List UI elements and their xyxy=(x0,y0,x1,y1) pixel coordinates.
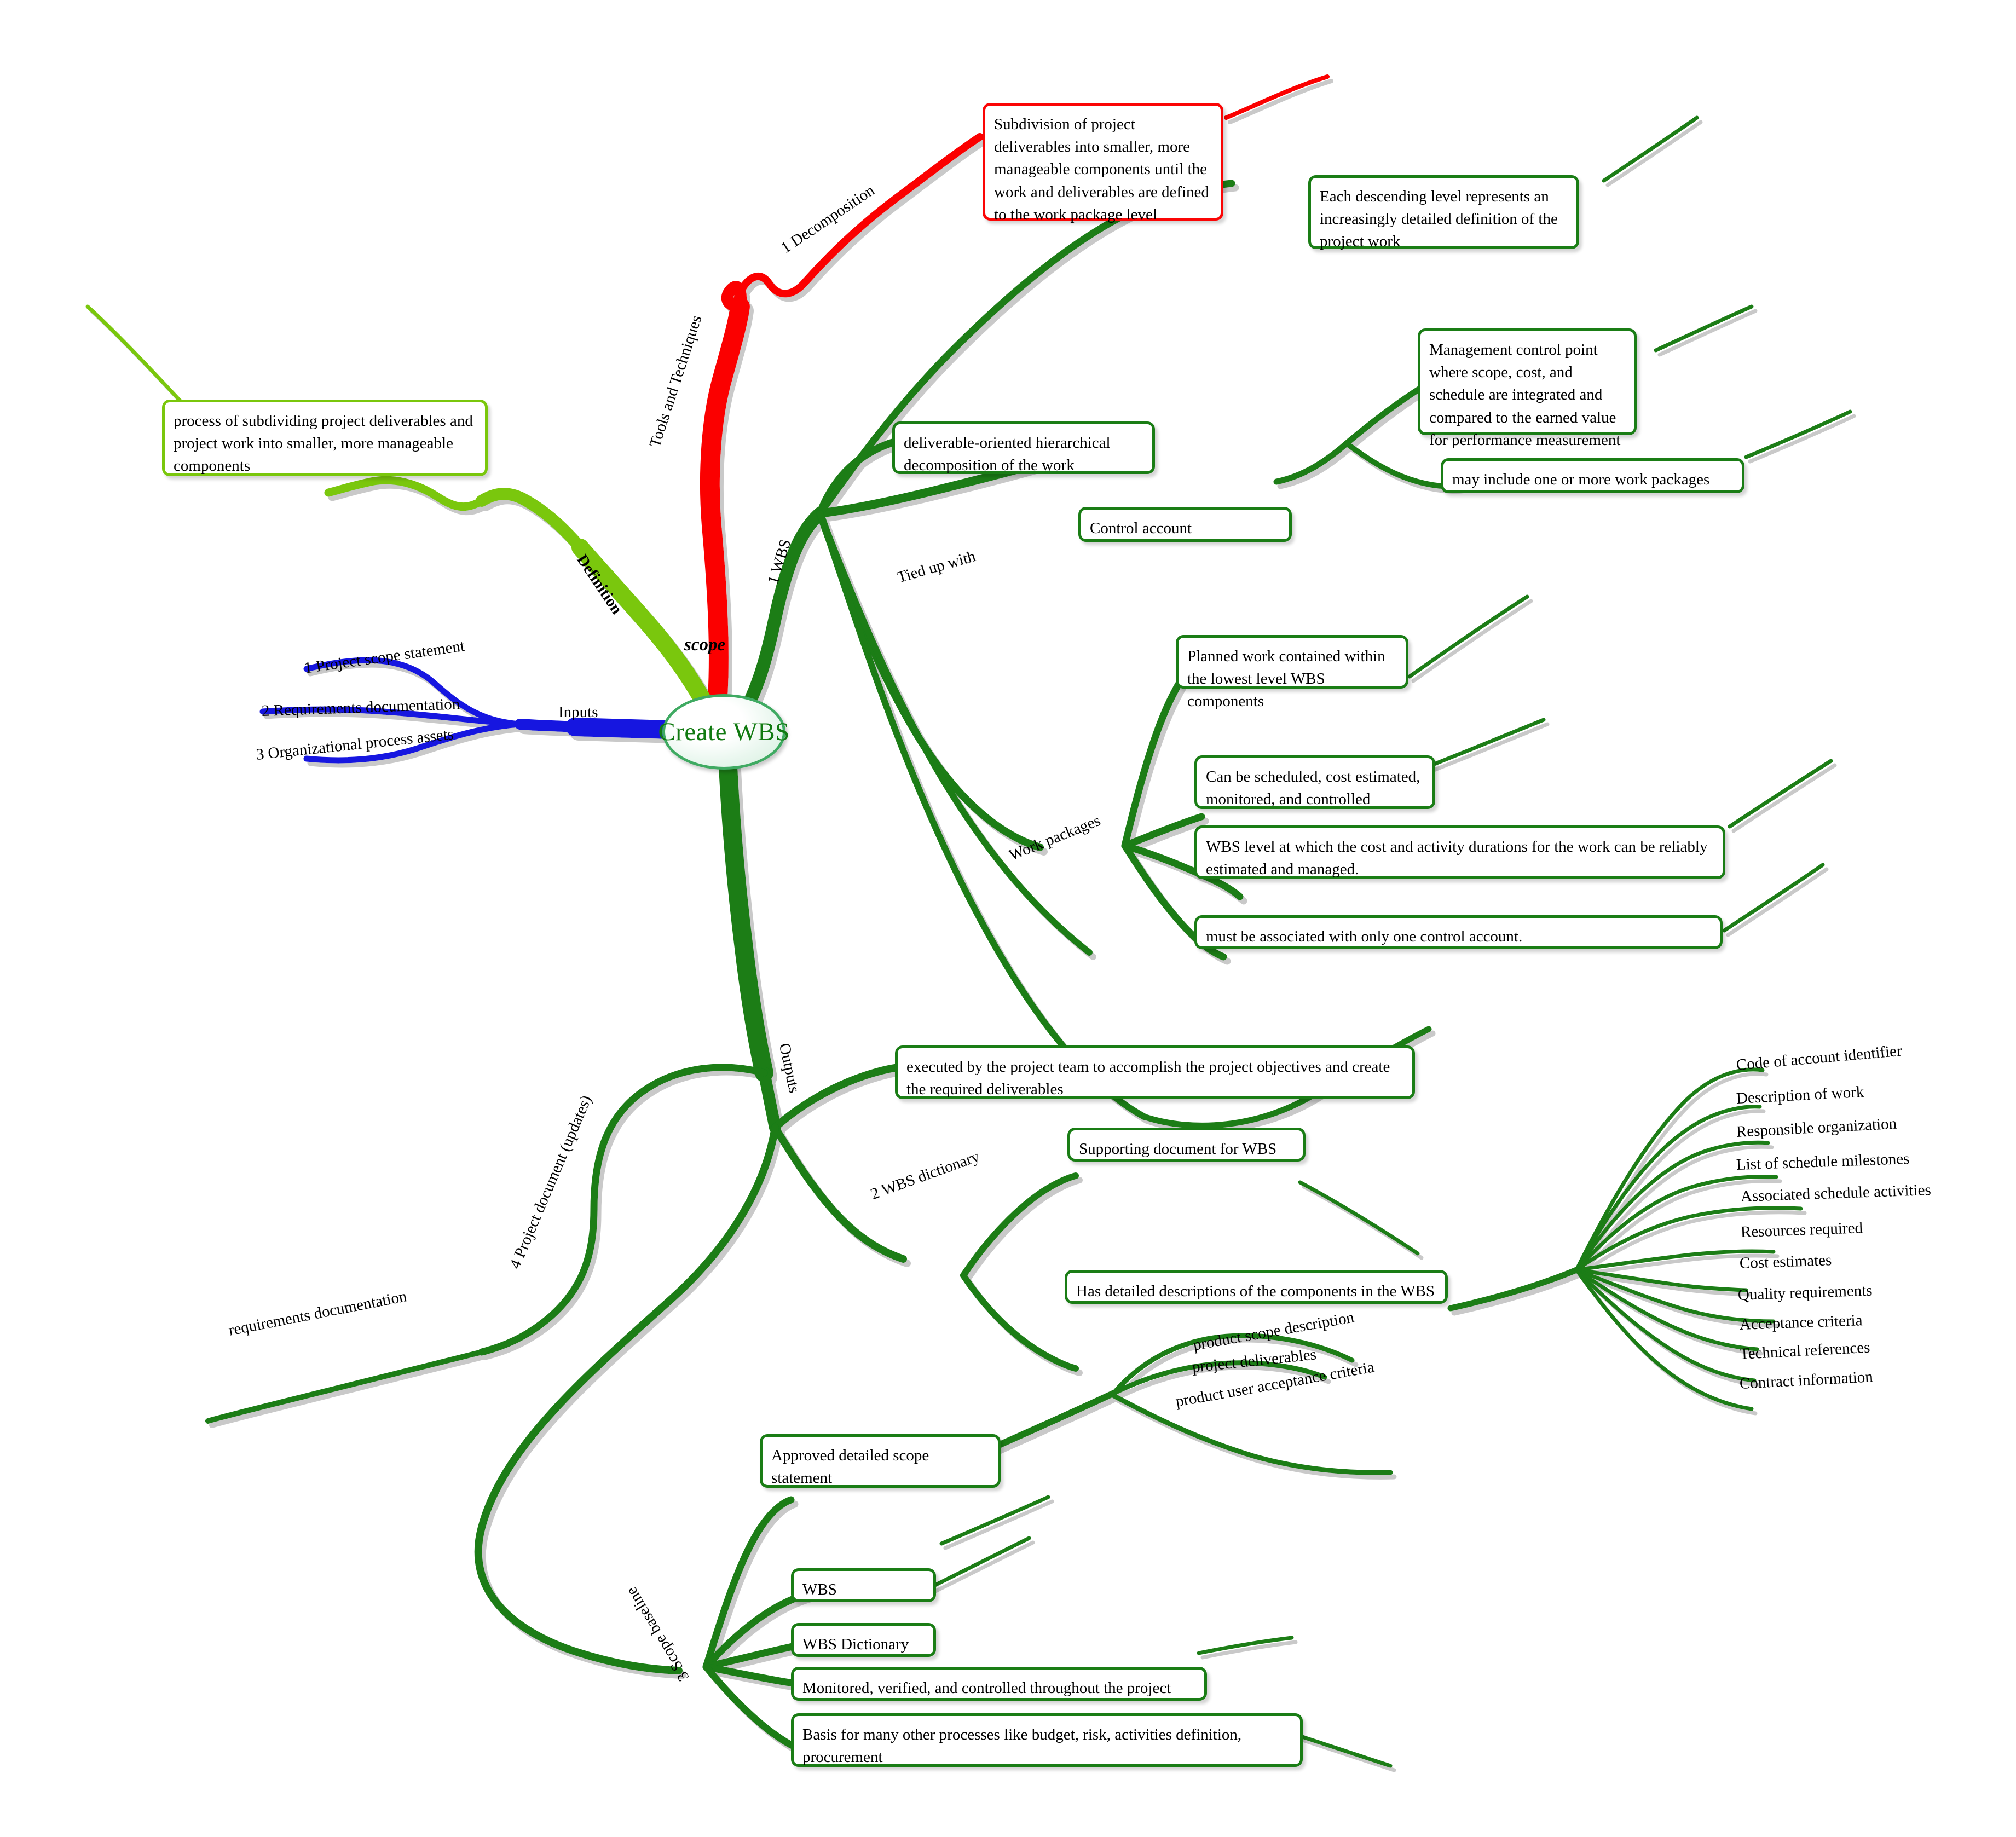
topic-has-detailed-descriptions[interactable]: Has detailed descriptions of the compone… xyxy=(1065,1270,1448,1304)
topic-basis-for-other-processes[interactable]: Basis for many other processes like budg… xyxy=(791,1713,1303,1767)
dictionary-detail-10: Technical references xyxy=(1739,1338,1871,1363)
tied-up-with-label: Tied up with xyxy=(895,547,978,587)
work-packages-label: Work packages xyxy=(1006,811,1104,864)
scope-label: scope xyxy=(684,635,726,655)
wbs-branch-label: 1 WBS xyxy=(764,537,795,587)
topic-must-be-associated[interactable]: must be associated with only one control… xyxy=(1194,915,1723,949)
topic-supporting-document[interactable]: Supporting document for WBS xyxy=(1067,1128,1306,1162)
dictionary-detail-2: Description of work xyxy=(1736,1083,1865,1107)
topic-definition-note[interactable]: process of subdividing project deliverab… xyxy=(162,400,488,476)
definition-label: Definition xyxy=(573,551,626,618)
dictionary-detail-8: Quality requirements xyxy=(1737,1281,1873,1304)
scope-statement-item-1: product scope description xyxy=(1192,1308,1356,1354)
project-document-updates-label: 4 Project document (updates) xyxy=(506,1093,596,1272)
outputs-label: Outputs xyxy=(775,1042,804,1095)
topic-control-account[interactable]: Control account xyxy=(1078,507,1292,542)
topic-monitored-verified-controlled[interactable]: Monitored, verified, and controlled thro… xyxy=(791,1667,1207,1701)
dictionary-detail-5: Associated schedule activities xyxy=(1740,1181,1932,1205)
dictionary-detail-4: List of schedule milestones xyxy=(1736,1149,1910,1174)
topic-management-control-point[interactable]: Management control point where scope, co… xyxy=(1418,328,1637,449)
wbs-dictionary-label: 2 WBS dictionary xyxy=(868,1147,982,1204)
topic-can-be-scheduled[interactable]: Can be scheduled, cost estimated, monito… xyxy=(1194,755,1435,809)
requirements-documentation-label: requirements documentation xyxy=(227,1287,408,1339)
topic-wbs-note-deliverable-oriented[interactable]: deliverable-oriented hierarchical decomp… xyxy=(892,421,1155,474)
topic-scope-baseline-wbs[interactable]: WBS xyxy=(791,1568,936,1602)
decomposition-label: 1 Decomposition xyxy=(777,181,878,257)
dictionary-detail-1: Code of account identifier xyxy=(1735,1042,1903,1074)
inputs-label: Inputs xyxy=(558,703,598,721)
topic-decomposition-note[interactable]: Subdivision of project deliverables into… xyxy=(983,103,1223,223)
central-node[interactable]: Create WBS xyxy=(658,694,789,770)
input-item-2: 2 Requirements documentation xyxy=(261,695,460,720)
dictionary-detail-7: Cost estimates xyxy=(1739,1251,1832,1272)
central-node-label: Create WBS xyxy=(658,718,790,746)
dictionary-detail-3: Responsible organization xyxy=(1736,1114,1897,1141)
dictionary-detail-9: Acceptance criteria xyxy=(1739,1312,1863,1333)
topic-wbs-level-cost-durations[interactable]: WBS level at which the cost and activity… xyxy=(1194,825,1725,879)
input-item-1: 1 Project scope statement xyxy=(303,637,466,677)
topic-approved-scope-statement[interactable]: Approved detailed scope statement xyxy=(760,1434,1001,1488)
topic-executed-by-project-team[interactable]: executed by the project team to accompli… xyxy=(895,1045,1415,1099)
topic-planned-work[interactable]: Planned work contained within the lowest… xyxy=(1176,635,1408,710)
topic-scope-baseline-wbs-dictionary[interactable]: WBS Dictionary xyxy=(791,1623,936,1657)
input-item-3: 3 Organizational process assets xyxy=(255,725,455,764)
scope-baseline-label: 3 Scope baseline xyxy=(622,1584,693,1684)
topic-may-include-work-packages[interactable]: may include one or more work packages xyxy=(1441,458,1744,493)
tools-and-techniques-label: Tools and Techniques xyxy=(646,313,706,450)
mindmap-canvas: Create WBS scope Tools and Techniques De… xyxy=(0,0,2016,1837)
topic-wbs-note-descending-level[interactable]: Each descending level represents an incr… xyxy=(1308,175,1579,250)
dictionary-detail-11: Contract information xyxy=(1739,1368,1874,1393)
dictionary-detail-6: Resources required xyxy=(1740,1219,1863,1241)
